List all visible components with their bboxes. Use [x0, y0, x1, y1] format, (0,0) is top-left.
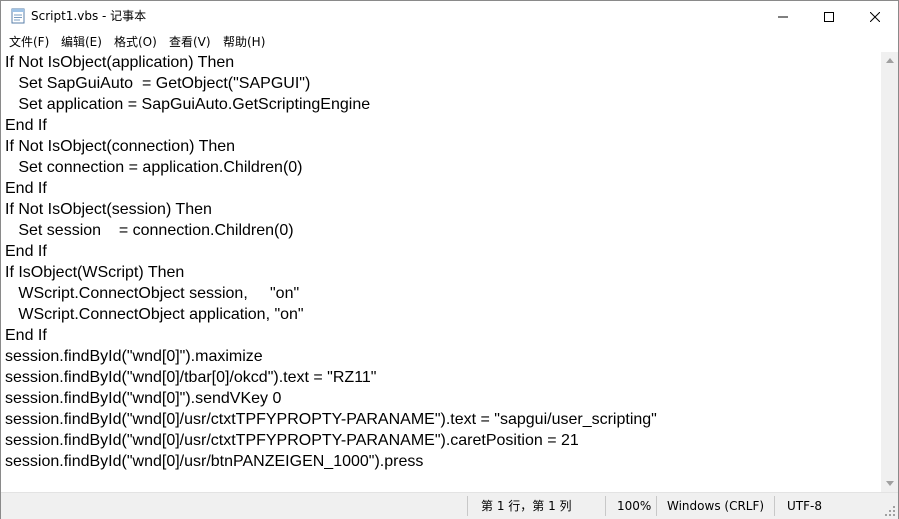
code-line: session.findById("wnd[0]").sendVKey 0: [5, 390, 282, 407]
code-line: End If: [5, 243, 47, 260]
status-divider: [774, 496, 775, 516]
code-line: Set SapGuiAuto = GetObject("SAPGUI"): [5, 75, 311, 92]
vertical-scrollbar[interactable]: [881, 52, 898, 492]
code-line: Set session = connection.Children(0): [5, 222, 294, 239]
code-line: End If: [5, 327, 47, 344]
code-line: session.findById("wnd[0]/tbar[0]/okcd").…: [5, 369, 377, 386]
minimize-icon: [778, 16, 788, 17]
close-icon: [870, 11, 880, 22]
code-line: session.findById("wnd[0]").maximize: [5, 348, 263, 365]
maximize-button[interactable]: [806, 1, 852, 32]
code-line: WScript.ConnectObject session, "on": [5, 285, 300, 302]
code-line: Set connection = application.Children(0): [5, 159, 303, 176]
code-line: session.findById("wnd[0]/usr/ctxtTPFYPRO…: [5, 411, 657, 428]
status-divider: [605, 496, 606, 516]
code-line: If Not IsObject(application) Then: [5, 54, 235, 71]
menu-format[interactable]: 格式(O): [114, 33, 157, 51]
maximize-icon: [824, 11, 834, 22]
zoom-level: 100%: [617, 499, 652, 513]
resize-grip-icon[interactable]: [884, 505, 896, 517]
menu-edit[interactable]: 编辑(E): [61, 33, 102, 51]
code-line: session.findById("wnd[0]/usr/ctxtTPFYPRO…: [5, 432, 579, 449]
code-line: End If: [5, 117, 47, 134]
menu-bar: 文件(F) 编辑(E) 格式(O) 查看(V) 帮助(H): [1, 32, 898, 52]
minimize-button[interactable]: [760, 1, 806, 32]
menu-view[interactable]: 查看(V): [169, 33, 211, 51]
scroll-down-button[interactable]: [881, 475, 898, 492]
chevron-down-icon: [885, 481, 894, 486]
text-editor[interactable]: If Not IsObject(application) Then Set Sa…: [1, 52, 881, 492]
code-line: End If: [5, 180, 47, 197]
status-divider: [467, 496, 468, 516]
encoding: UTF-8: [787, 499, 822, 513]
code-line: If IsObject(WScript) Then: [5, 264, 185, 281]
cursor-position: 第 1 行，第 1 列: [481, 499, 572, 513]
line-ending: Windows (CRLF): [667, 499, 765, 513]
title-bar[interactable]: Script1.vbs - 记事本: [1, 1, 898, 32]
chevron-up-icon: [885, 58, 894, 63]
scroll-up-button[interactable]: [881, 52, 898, 69]
menu-file[interactable]: 文件(F): [9, 33, 49, 51]
notepad-window: Script1.vbs - 记事本 文件(F) 编辑(E) 格式(O) 查看(V…: [0, 0, 899, 519]
code-line: If Not IsObject(connection) Then: [5, 138, 236, 155]
code-line: session.findById("wnd[0]/usr/btnPANZEIGE…: [5, 453, 424, 470]
code-line: WScript.ConnectObject application, "on": [5, 306, 304, 323]
status-divider: [656, 496, 657, 516]
code-line: Set application = SapGuiAuto.GetScriptin…: [5, 96, 371, 113]
notepad-file-icon: [11, 8, 25, 24]
menu-help[interactable]: 帮助(H): [223, 33, 265, 51]
code-line: If Not IsObject(session) Then: [5, 201, 212, 218]
window-title: Script1.vbs - 记事本: [31, 9, 147, 23]
close-button[interactable]: [852, 1, 898, 32]
status-bar: 第 1 行，第 1 列 100% Windows (CRLF) UTF-8: [1, 492, 898, 519]
